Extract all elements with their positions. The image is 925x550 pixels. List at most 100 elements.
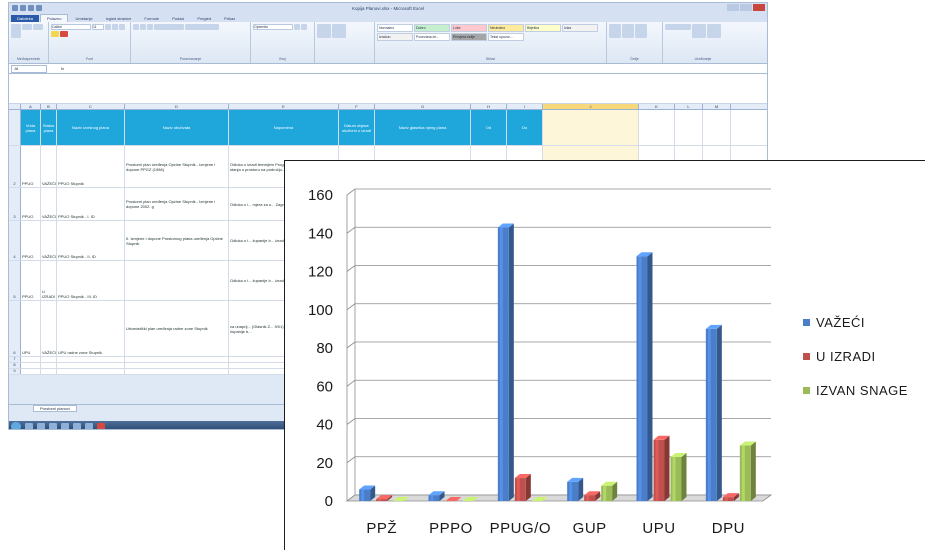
table-cell[interactable]: VAŽEĆI [41,146,57,187]
column-header[interactable]: B [41,104,57,109]
row-number[interactable]: 2 [9,146,21,187]
ribbon-tab[interactable]: Izgled stranice [100,15,138,22]
table-cell[interactable]: PPUO Stupnik - III. ID [57,261,125,300]
table-cell[interactable]: PPUO [21,146,41,187]
table-cell[interactable] [41,357,57,362]
table-cell[interactable] [703,110,731,145]
row-number[interactable]: 5 [9,261,21,300]
table-cell[interactable]: Naziv glasnika njeng plana [375,110,471,145]
row-number[interactable]: 9 [9,368,21,374]
row-number[interactable]: 3 [9,188,21,220]
delete-cells-button[interactable] [622,24,634,38]
row-number[interactable] [9,110,21,145]
table-cell[interactable]: Vrsta plana [21,110,41,145]
ribbon-tab[interactable]: Pregled [191,15,217,22]
table-cell[interactable] [125,357,229,362]
align-left-button[interactable] [133,24,139,30]
table-cell[interactable] [21,357,41,362]
font-size-select[interactable]: 11 [92,24,104,30]
number-format-select[interactable]: Općenito [253,24,293,30]
copy-button[interactable] [33,24,43,30]
underline-button[interactable] [119,24,125,30]
comma-button[interactable] [301,24,307,30]
taskbar-app-icon[interactable] [49,422,57,429]
column-header[interactable]: K [639,104,675,109]
column-header[interactable]: I [507,104,543,109]
table-cell[interactable]: U IZRADI [41,261,57,300]
table-cell[interactable]: VAŽEĆI [41,301,57,356]
taskbar-app-icon[interactable] [85,422,93,429]
percent-button[interactable] [294,24,300,30]
fill-color-button[interactable] [51,31,59,37]
cut-button[interactable] [22,24,32,30]
align-right-button[interactable] [147,24,153,30]
taskbar-app-icon[interactable] [97,422,105,429]
table-cell[interactable] [675,110,703,145]
table-cell[interactable] [543,110,639,145]
table-cell[interactable]: PPUO Stupnik - I. ID [57,188,125,220]
column-header[interactable]: H [471,104,507,109]
close-button[interactable] [753,4,765,11]
start-button[interactable] [11,421,21,429]
table-cell[interactable]: Prostorni plan uređenja Općine Stupnik -… [125,188,229,220]
table-cell[interactable] [41,363,57,368]
table-cell[interactable]: UPU [21,301,41,356]
cell-style-option[interactable]: Povezana će... [414,33,450,41]
table-cell[interactable]: Status plana [41,110,57,145]
cell-style-option[interactable]: Bilješka [525,24,561,32]
sort-filter-button[interactable] [692,24,706,38]
table-cell[interactable] [639,110,675,145]
column-header[interactable]: E [229,104,339,109]
table-cell[interactable]: PPUO [21,221,41,260]
column-header[interactable]: J [543,104,639,109]
column-header[interactable]: D [125,104,229,109]
cell-style-option[interactable]: Neutralno [488,24,524,32]
column-header[interactable]: C [57,104,125,109]
bold-button[interactable] [105,24,111,30]
column-header[interactable]: A [21,104,41,109]
column-header[interactable]: F [339,104,375,109]
taskbar-app-icon[interactable] [73,422,81,429]
table-cell[interactable]: VAŽEĆI [41,221,57,260]
cell-style-option[interactable]: Izračun [377,33,413,41]
table-cell[interactable] [57,357,125,362]
taskbar-app-icon[interactable] [61,422,69,429]
table-cell[interactable] [41,369,57,374]
taskbar-app-icon[interactable] [25,422,33,429]
ribbon-tab[interactable]: Formule [138,15,165,22]
wrap-text-button[interactable] [154,24,184,30]
table-cell[interactable]: PPUO [21,188,41,220]
cell-style-option[interactable]: Dobro [414,24,450,32]
table-cell[interactable]: PPUO Stupnik [57,146,125,187]
ribbon-tab[interactable]: Umetanje [69,15,98,22]
table-cell[interactable]: PPUO Stupnik - II. ID [57,221,125,260]
table-cell[interactable]: Prostorni plan uređenja Općine Stupnik -… [125,146,229,187]
cell-style-option[interactable]: Izlaz [562,24,598,32]
cell-style-option[interactable]: Loše [451,24,487,32]
ribbon-tab[interactable]: Podaci [166,15,190,22]
formula-input[interactable] [9,74,767,104]
table-cell[interactable] [57,363,125,368]
table-cell[interactable]: PPUO [21,261,41,300]
select-all-corner[interactable] [9,104,21,109]
format-as-table-button[interactable] [332,24,346,38]
ribbon-tab[interactable]: Prikaz [218,15,241,22]
row-number[interactable]: 6 [9,301,21,356]
table-cell[interactable] [21,369,41,374]
italic-button[interactable] [112,24,118,30]
find-select-button[interactable] [707,24,721,38]
ribbon-tab[interactable]: Polazno [40,14,69,22]
table-cell[interactable]: Naziv izvršnog plana [57,110,125,145]
table-cell[interactable]: II. Izmjene i dopune Prostornog plana ur… [125,221,229,260]
table-cell[interactable]: VAŽEĆI [41,188,57,220]
table-cell[interactable] [125,369,229,374]
column-header[interactable]: M [703,104,731,109]
align-center-button[interactable] [140,24,146,30]
autosum-button[interactable] [665,24,691,30]
maximize-button[interactable] [740,4,752,11]
table-cell[interactable]: UPU radne zone Stupnik [57,301,125,356]
minimize-button[interactable] [727,4,739,11]
paste-button[interactable] [11,24,21,38]
sheet-tab[interactable]: Prostorni planovi [33,405,77,412]
table-cell[interactable] [125,261,229,300]
